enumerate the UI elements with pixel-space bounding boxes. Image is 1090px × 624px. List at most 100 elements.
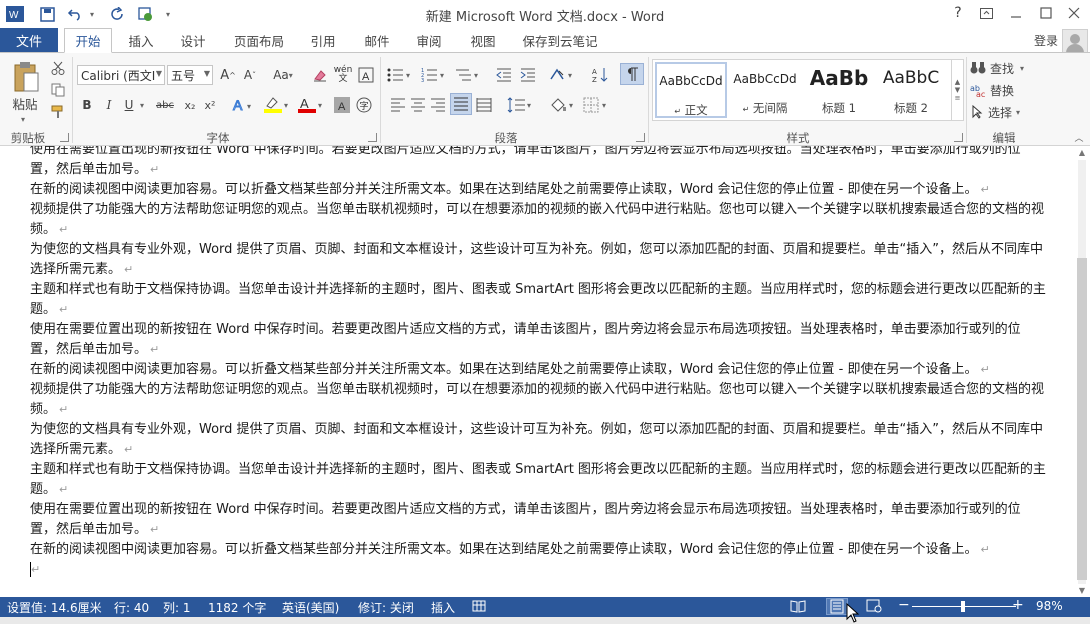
print-layout-icon[interactable] xyxy=(826,598,848,615)
close-icon[interactable] xyxy=(1058,2,1090,24)
tab-page-layout[interactable]: 页面布局 xyxy=(228,28,290,52)
ribbon-display-options-icon[interactable] xyxy=(970,2,1002,24)
style-normal[interactable]: AaBbCcDd ↵ 正文 xyxy=(655,62,727,118)
paste-button-label[interactable]: 粘贴 xyxy=(8,95,42,111)
sort-icon[interactable]: AZ xyxy=(590,65,612,85)
document-area[interactable]: 使用在需要位置出现的新按钮在 Word 中保存时间。若要更改图片适应文档的方式，… xyxy=(0,146,1090,597)
format-painter-icon[interactable] xyxy=(48,103,68,121)
cursor-paragraph[interactable]: ↵ xyxy=(30,560,1046,580)
font-launcher-icon[interactable] xyxy=(368,133,377,142)
status-language[interactable]: 英语(美国) xyxy=(282,599,339,616)
distributed-icon[interactable] xyxy=(474,95,494,115)
paragraph[interactable]: 为使您的文档具有专业外观，Word 提供了页眉、页脚、封面和文本框设计，这些设计… xyxy=(30,420,1046,460)
paragraph[interactable]: 主题和样式也有助于文档保持协调。当您单击设计并选择新的主题时，图片、图表或 Sm… xyxy=(30,280,1046,320)
paragraph[interactable]: 为使您的文档具有专业外观，Word 提供了页眉、页脚、封面和文本框设计，这些设计… xyxy=(30,240,1046,280)
tab-references[interactable]: 引用 xyxy=(302,28,344,52)
paragraph[interactable]: 在新的阅读视图中阅读更加容易。可以折叠文档某些部分并关注所需文本。如果在达到结尾… xyxy=(30,360,1046,380)
tab-mailings[interactable]: 邮件 xyxy=(356,28,398,52)
grow-font-icon[interactable]: A^ xyxy=(218,65,238,85)
clear-formatting-icon[interactable] xyxy=(310,65,330,85)
style-no-spacing[interactable]: AaBbCcDd ↵ 无间隔 xyxy=(729,62,801,118)
clipboard-launcher-icon[interactable] xyxy=(60,133,69,142)
document-body[interactable]: 使用在需要位置出现的新按钮在 Word 中保存时间。若要更改图片适应文档的方式，… xyxy=(30,146,1046,580)
shading-icon[interactable]: ▾ xyxy=(548,95,578,115)
scroll-down-icon[interactable]: ▼ xyxy=(1076,586,1088,596)
tab-file[interactable]: 文件 xyxy=(0,28,58,52)
paragraph[interactable]: 视频提供了功能强大的方法帮助您证明您的观点。当您单击联机视频时，可以在想要添加的… xyxy=(30,200,1046,240)
replace-button[interactable]: abac 替换 xyxy=(970,81,1030,99)
status-column[interactable]: 列: 1 xyxy=(163,599,191,616)
status-position[interactable]: 设置值: 14.6厘米 xyxy=(7,599,102,616)
cut-icon[interactable] xyxy=(48,59,68,77)
font-color-icon[interactable]: A▾ xyxy=(296,95,326,115)
chevron-up-icon[interactable]: ▲ xyxy=(955,78,960,86)
zoom-slider-thumb[interactable] xyxy=(961,601,965,612)
chinese-layout-icon[interactable]: ▾ xyxy=(548,65,578,85)
line-spacing-icon[interactable]: ▾ xyxy=(506,95,536,115)
font-name-select[interactable]: Calibri (西文I ▼ xyxy=(77,65,165,85)
highlight-icon[interactable]: ▾ xyxy=(262,95,292,115)
web-layout-icon[interactable] xyxy=(866,599,882,613)
align-right-icon[interactable] xyxy=(428,95,448,115)
paragraph[interactable]: 在新的阅读视图中阅读更加容易。可以折叠文档某些部分并关注所需文本。如果在达到结尾… xyxy=(30,180,1046,200)
status-line[interactable]: 行: 40 xyxy=(114,599,149,616)
status-insert-mode[interactable]: 插入 xyxy=(431,599,455,616)
tab-design[interactable]: 设计 xyxy=(172,28,214,52)
document-page[interactable]: 使用在需要位置出现的新按钮在 Word 中保存时间。若要更改图片适应文档的方式，… xyxy=(0,146,1070,597)
macro-record-icon[interactable] xyxy=(472,599,488,613)
login-link[interactable]: 登录 xyxy=(1034,32,1058,49)
tab-view[interactable]: 视图 xyxy=(462,28,504,52)
minimize-icon[interactable] xyxy=(1000,2,1032,24)
scroll-thumb[interactable] xyxy=(1077,258,1087,580)
character-border-icon[interactable]: A xyxy=(356,65,376,85)
change-case-icon[interactable]: Aa▾ xyxy=(268,65,298,85)
underline-button[interactable]: U xyxy=(121,95,137,115)
bullets-icon[interactable]: ▾ xyxy=(386,65,416,85)
zoom-in-button[interactable]: + xyxy=(1012,597,1024,613)
justify-icon[interactable] xyxy=(450,93,472,115)
show-formatting-marks-icon[interactable] xyxy=(620,63,644,85)
paragraph[interactable]: 在新的阅读视图中阅读更加容易。可以折叠文档某些部分并关注所需文本。如果在达到结尾… xyxy=(30,540,1046,560)
more-styles-icon[interactable]: ≡ xyxy=(955,94,961,102)
borders-icon[interactable]: ▾ xyxy=(582,95,612,115)
paragraph[interactable]: 使用在需要位置出现的新按钮在 Word 中保存时间。若要更改图片适应文档的方式，… xyxy=(30,500,1046,540)
paragraph-launcher-icon[interactable] xyxy=(636,133,645,142)
phonetic-guide-icon[interactable]: wén文 xyxy=(332,65,354,85)
character-shading-icon[interactable]: A xyxy=(332,95,352,115)
italic-button[interactable]: I xyxy=(101,95,117,115)
tab-insert[interactable]: 插入 xyxy=(120,28,162,52)
subscript-button[interactable]: x₂ xyxy=(182,95,198,115)
collapse-ribbon-icon[interactable]: ︿ xyxy=(1072,131,1086,143)
paragraph[interactable]: 主题和样式也有助于文档保持协调。当您单击设计并选择新的主题时，图片、图表或 Sm… xyxy=(30,460,1046,500)
shrink-font-icon[interactable]: Aˇ xyxy=(240,65,260,85)
multilevel-list-icon[interactable]: ▾ xyxy=(454,65,484,85)
style-heading-1[interactable]: AaBb 标题 1 xyxy=(803,62,875,118)
tab-home[interactable]: 开始 xyxy=(64,28,112,53)
font-size-select[interactable]: 五号 ▼ xyxy=(167,65,213,85)
status-track-changes[interactable]: 修订: 关闭 xyxy=(358,599,414,616)
align-left-icon[interactable] xyxy=(388,95,408,115)
paragraph[interactable]: 使用在需要位置出现的新按钮在 Word 中保存时间。若要更改图片适应文档的方式，… xyxy=(30,320,1046,360)
align-center-icon[interactable] xyxy=(408,95,428,115)
styles-launcher-icon[interactable] xyxy=(954,133,963,142)
zoom-out-button[interactable]: − xyxy=(898,597,910,613)
underline-dropdown-icon[interactable]: ▾ xyxy=(137,95,147,115)
text-effects-icon[interactable]: A▾ xyxy=(230,95,256,115)
copy-icon[interactable] xyxy=(48,81,68,99)
style-heading-2[interactable]: AaBbC 标题 2 xyxy=(875,62,947,118)
paragraph[interactable]: 视频提供了功能强大的方法帮助您证明您的观点。当您单击联机视频时，可以在想要添加的… xyxy=(30,380,1046,420)
vertical-scrollbar[interactable]: ▲ ▼ xyxy=(1074,148,1088,596)
superscript-button[interactable]: x² xyxy=(202,95,218,115)
bold-button[interactable]: B xyxy=(79,95,95,115)
tab-review[interactable]: 审阅 xyxy=(408,28,450,52)
paragraph[interactable]: 使用在需要位置出现的新按钮在 Word 中保存时间。若要更改图片适应文档的方式，… xyxy=(30,146,1046,180)
enclose-characters-icon[interactable]: 字 xyxy=(354,95,374,115)
find-button[interactable]: 查找 ▾ xyxy=(970,59,1036,77)
increase-indent-icon[interactable] xyxy=(518,65,538,85)
status-word-count[interactable]: 1182 个字 xyxy=(208,599,266,616)
decrease-indent-icon[interactable] xyxy=(494,65,514,85)
paste-dropdown-icon[interactable]: ▾ xyxy=(10,113,36,125)
strikethrough-button[interactable]: abc xyxy=(154,95,176,115)
styles-scroll[interactable]: ▲ ▼ ≡ xyxy=(952,59,964,121)
read-mode-icon[interactable] xyxy=(790,599,806,613)
